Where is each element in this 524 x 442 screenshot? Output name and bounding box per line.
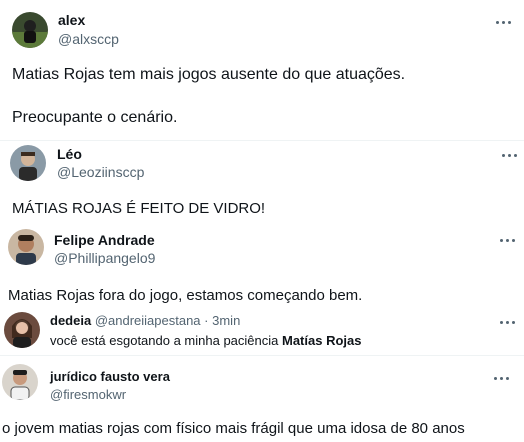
tweet-text-line: MÁTIAS ROJAS É FEITO DE VIDRO! <box>12 200 266 217</box>
author-handle[interactable]: @firesmokwr <box>50 387 126 402</box>
author-name[interactable]: Felipe Andrade <box>54 232 155 248</box>
author-handle[interactable]: @alxsccp <box>58 31 119 47</box>
author-handle[interactable]: @Leoziinsccp <box>57 164 144 180</box>
author-name[interactable]: dedeia <box>50 313 91 328</box>
tweet-text-highlight: Matías Rojas <box>282 333 362 348</box>
avatar-juridico-fausto-vera[interactable] <box>2 364 38 400</box>
timestamp[interactable]: 3min <box>212 313 240 328</box>
tweet-card-leo[interactable]: Léo @Leoziinsccp MÁTIAS ROJAS É FEITO DE… <box>0 141 524 225</box>
tweet-card-alex[interactable]: alex @alxsccp Matias Rojas tem mais jogo… <box>0 0 524 140</box>
more-horizontal-icon[interactable] <box>500 319 518 325</box>
more-horizontal-icon[interactable] <box>502 152 520 158</box>
tweet-text: você está esgotando a minha paciência Ma… <box>50 333 361 348</box>
author-handle[interactable]: @Phillipangelo9 <box>54 250 155 266</box>
avatar-alex[interactable] <box>12 12 48 48</box>
more-horizontal-icon[interactable] <box>494 375 512 381</box>
avatar-dedeia[interactable] <box>4 312 40 348</box>
tweet-text-line: o jovem matias rojas com físico mais frá… <box>2 420 465 437</box>
more-horizontal-icon[interactable] <box>500 237 518 243</box>
author-name[interactable]: jurídico fausto vera <box>50 369 170 384</box>
tweet-text-prefix: você está esgotando a minha paciência <box>50 333 282 348</box>
tweet-text-line: Preocupante o cenário. <box>12 109 178 126</box>
tweet-card-felipe-andrade[interactable]: Felipe Andrade @Phillipangelo9 Matias Ro… <box>0 225 524 307</box>
avatar-leo[interactable] <box>10 145 46 181</box>
author-handle[interactable]: @andreiiapestana <box>95 313 201 328</box>
author-name[interactable]: Léo <box>57 146 82 162</box>
avatar-felipe-andrade[interactable] <box>8 229 44 265</box>
tweet-text-line: Matias Rojas tem mais jogos ausente do q… <box>12 66 406 83</box>
separator-dot: · <box>204 313 209 328</box>
more-horizontal-icon[interactable] <box>496 19 514 25</box>
tweet-header: dedeia @andreiiapestana · 3min <box>50 313 240 328</box>
tweet-card-dedeia[interactable]: dedeia @andreiiapestana · 3min você está… <box>0 307 524 355</box>
tweet-text-line: Matias Rojas fora do jogo, estamos começ… <box>8 287 363 304</box>
tweet-card-juridico-fausto-vera[interactable]: jurídico fausto vera @firesmokwr o jovem… <box>0 356 524 442</box>
author-name[interactable]: alex <box>58 12 85 28</box>
